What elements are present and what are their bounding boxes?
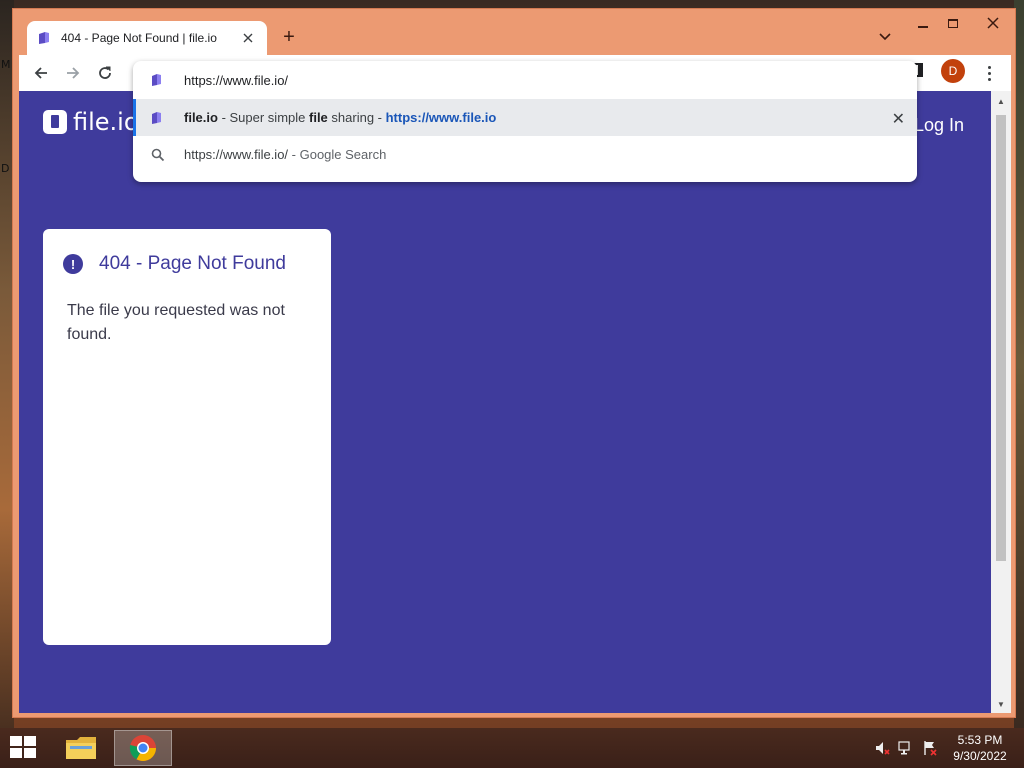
tab-close-icon[interactable] [239,30,257,46]
omnibox-suggestion-search[interactable]: https://www.file.io/ - Google Search [133,136,917,173]
file-io-logo-icon [43,110,67,134]
file-io-favicon-icon [39,32,49,44]
desktop-edge-letter: M [1,58,11,71]
back-button[interactable] [27,59,55,87]
suggestion-url: https://www.file.io [385,110,497,125]
start-button[interactable] [10,736,38,760]
reload-icon [99,66,111,79]
minimize-button[interactable] [908,11,938,35]
action-center-flag-icon[interactable] [922,740,938,759]
chrome-taskbar-button[interactable] [114,730,172,766]
logo-text: file.io [73,108,139,136]
error-header: ! 404 - Page Not Found [63,253,307,275]
reload-button[interactable] [91,59,119,87]
site-logo[interactable]: file.io [43,108,139,136]
volume-muted-icon[interactable] [874,740,890,759]
maximize-button[interactable] [938,11,968,35]
chrome-icon [129,735,157,762]
omnibox-input-row [133,61,917,99]
network-icon[interactable] [898,740,914,759]
browser-window: 404 - Page Not Found | file.io + D https… [12,8,1016,718]
arrow-left-icon [34,67,47,79]
scroll-up-icon[interactable]: ▲ [997,97,1005,106]
taskbar-clock[interactable]: 5:53 PM 9/30/2022 [946,732,1014,764]
window-close-button[interactable] [972,11,1014,35]
suggestion-keyword: file [309,110,328,125]
error-card: ! 404 - Page Not Found The file you requ… [43,229,331,645]
browser-tab[interactable]: 404 - Page Not Found | file.io [27,21,267,55]
error-title: 404 - Page Not Found [99,253,286,274]
omnibox-suggestion-site[interactable]: file.io - Super simple file sharing - ht… [133,99,917,136]
clock-date: 9/30/2022 [953,749,1007,763]
suggestion-text: sharing - [327,110,386,125]
suggestion-query: https://www.file.io/ [184,147,289,162]
error-message: The file you requested was not found. [67,302,285,343]
profile-avatar[interactable]: D [941,59,965,83]
tab-title: 404 - Page Not Found | file.io [61,31,217,45]
chevron-down-icon [879,33,891,41]
alert-icon: ! [63,254,83,274]
clock-time: 5:53 PM [957,733,1003,747]
file-io-favicon-icon [152,74,161,86]
suggestion-text: - Super simple [217,110,309,125]
taskbar: 5:53 PM 9/30/2022 [0,728,1024,768]
address-bar-input[interactable] [184,72,784,88]
new-tab-button[interactable]: + [277,25,301,49]
suggestion-suffix: - Google Search [288,147,387,162]
desktop-edge-letter: D [1,162,10,175]
login-link[interactable]: Log In [914,115,964,136]
tab-search-button[interactable] [873,25,897,49]
page-content: file.io Log In ! 404 - Page Not Found Th… [19,91,991,713]
file-explorer-taskbar-button[interactable] [52,730,110,766]
maximize-icon [948,18,958,28]
minimize-icon [918,26,928,28]
search-icon [151,148,165,161]
remove-suggestion-icon[interactable]: ✕ [892,109,905,129]
omnibox-dropdown: file.io - Super simple file sharing - ht… [133,61,917,182]
page-scrollbar[interactable]: ▲ ▼ [991,91,1011,713]
arrow-right-icon [67,67,80,79]
scrollbar-thumb[interactable] [996,115,1006,561]
menu-dots-icon[interactable] [977,59,1001,87]
suggestion-domain: file.io [184,110,218,125]
close-icon [987,17,999,29]
forward-button[interactable] [59,59,87,87]
file-io-favicon-icon [152,111,161,124]
folder-icon [66,737,96,759]
scroll-down-icon[interactable]: ▼ [997,700,1005,709]
